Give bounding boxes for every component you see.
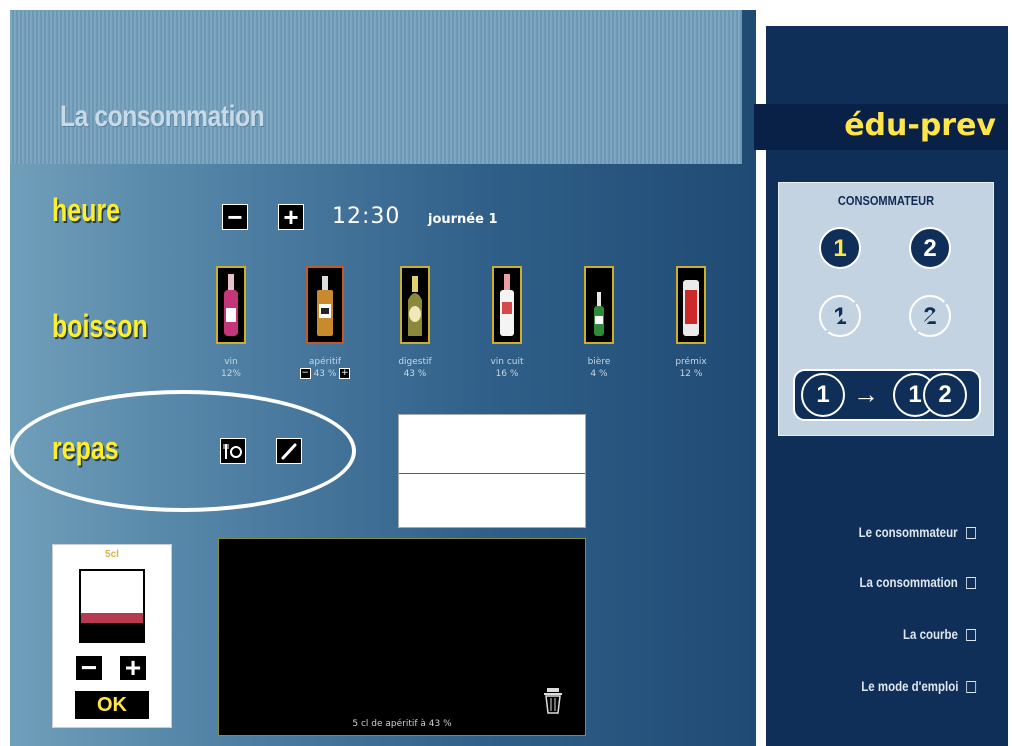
- percent-plus-button[interactable]: +: [339, 368, 351, 379]
- checkbox-icon: [966, 629, 976, 642]
- consumption-log: 5 cl de apéritif à 43 %: [218, 538, 586, 736]
- merge-consumers-button[interactable]: 1 → 1 2: [793, 369, 981, 421]
- drink-percent: 12%: [220, 369, 241, 379]
- brand-text: édu-prev: [844, 108, 996, 143]
- drink-name: prémix: [675, 357, 707, 367]
- checkbox-icon: [966, 577, 976, 590]
- meal-plate-button[interactable]: [220, 438, 246, 464]
- page-title: La consommation: [60, 100, 265, 133]
- glass-panel: 5cl − + OK: [52, 544, 172, 728]
- drink-label-vin: vin 12%: [196, 356, 266, 380]
- drink-label-premix: prémix 12 %: [656, 356, 726, 380]
- drink-vin-button[interactable]: [216, 266, 246, 344]
- drink-percent: 4 %: [590, 369, 608, 379]
- percent-minus-button[interactable]: −: [299, 368, 311, 379]
- volume-minus-button[interactable]: −: [75, 654, 103, 682]
- combo-2: 2: [923, 373, 967, 417]
- drink-label: boisson: [52, 308, 148, 344]
- drink-percent: 12 %: [679, 369, 703, 379]
- vin-cuit-bottle-icon: [500, 274, 514, 336]
- drink-name: vin cuit: [490, 357, 524, 367]
- consumer-panel: CONSOMMATEUR 1 2 1 2 1 → 1 2: [778, 182, 994, 436]
- nav-mode-emploi[interactable]: Le mode d'emploi: [861, 678, 976, 694]
- arrow-right-icon: →: [853, 379, 879, 409]
- drink-name: apéritif: [308, 357, 342, 367]
- drink-label-biere: bière 4 %: [564, 356, 634, 380]
- checkbox-icon: [966, 681, 976, 694]
- glass-fill: [81, 613, 143, 623]
- glass-icon: [79, 569, 145, 643]
- volume-plus-button[interactable]: +: [119, 654, 147, 682]
- meal-edit-button[interactable]: [276, 438, 302, 464]
- nav-courbe[interactable]: La courbe: [903, 626, 976, 642]
- remove-consumer-2-button[interactable]: 2: [909, 295, 951, 337]
- remove-consumer-1-button[interactable]: 1: [819, 295, 861, 337]
- brand-logo: édu-prev: [754, 104, 1008, 150]
- premix-can-icon: [683, 280, 699, 336]
- drink-label-vin-cuit: vin cuit 16 %: [472, 356, 542, 380]
- drink-biere-button[interactable]: [584, 266, 614, 344]
- drink-digestif-button[interactable]: [400, 266, 430, 344]
- drink-percent: 43 %: [313, 369, 337, 379]
- beer-bottle-icon: [594, 292, 604, 336]
- meal-label: repas: [52, 430, 119, 466]
- time-display: 12:30: [332, 204, 401, 229]
- nav-label: La consommation: [859, 574, 958, 590]
- volume-label: 5cl: [105, 549, 119, 560]
- glass-base: [81, 623, 143, 641]
- nav-label: Le consommateur: [859, 524, 958, 540]
- graph-threshold-line: [399, 473, 585, 474]
- ok-button[interactable]: OK: [75, 691, 149, 719]
- drink-aperitif-button[interactable]: [306, 266, 344, 344]
- consumer-1-button[interactable]: 1: [819, 227, 861, 269]
- consumer-title: CONSOMMATEUR: [837, 193, 935, 208]
- header-bar: La consommation: [10, 10, 742, 164]
- drink-percent: 16 %: [495, 369, 519, 379]
- digestif-bottle-icon: [408, 276, 422, 336]
- time-plus-button[interactable]: +: [278, 204, 304, 230]
- fork-plate-icon: [223, 444, 242, 459]
- drink-label-digestif: digestif 43 %: [380, 356, 450, 380]
- time-label: heure: [52, 192, 120, 228]
- drink-name: bière: [587, 357, 611, 367]
- pencil-icon: [281, 443, 297, 460]
- day-display: journée 1: [428, 212, 498, 227]
- mini-graph: [398, 414, 586, 528]
- drink-name: vin: [224, 357, 238, 367]
- consumer-2-button[interactable]: 2: [909, 227, 951, 269]
- nav-label: La courbe: [903, 626, 958, 642]
- nav-consommateur[interactable]: Le consommateur: [859, 524, 976, 540]
- wine-bottle-icon: [224, 274, 238, 336]
- aperitif-bottle-icon: [317, 276, 333, 336]
- drink-vin-cuit-button[interactable]: [492, 266, 522, 344]
- trash-icon[interactable]: [543, 688, 563, 719]
- drink-name: digestif: [398, 357, 432, 367]
- log-entry: 5 cl de apéritif à 43 %: [352, 719, 452, 729]
- drink-premix-button[interactable]: [676, 266, 706, 344]
- checkbox-icon: [966, 527, 976, 540]
- combo-1: 1: [801, 373, 845, 417]
- drink-label-aperitif: apéritif − 43 % +: [290, 356, 360, 380]
- drink-percent: 43 %: [403, 369, 427, 379]
- nav-label: Le mode d'emploi: [860, 678, 958, 694]
- nav-consommation[interactable]: La consommation: [860, 574, 976, 590]
- time-minus-button[interactable]: −: [222, 204, 248, 230]
